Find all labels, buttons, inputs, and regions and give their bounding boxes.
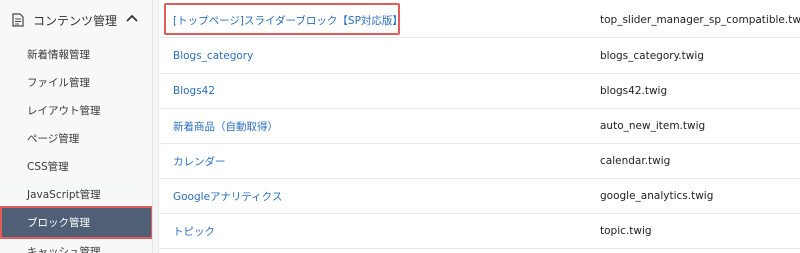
chevron-up-icon[interactable] [126, 14, 138, 22]
block-file-name: top_slider_manager_sp_compatible.twig [600, 14, 800, 26]
document-icon [12, 13, 24, 27]
block-name-link[interactable]: 新着商品（自動取得） [173, 119, 278, 134]
block-file-name: blogs_category.twig [600, 50, 704, 62]
table-row: Blogs42 blogs42.twig [159, 74, 800, 109]
block-name-link[interactable]: Googleアナリティクス [173, 189, 282, 204]
sidebar-item-label: ブロック管理 [27, 217, 90, 229]
table-row: カレンダー calendar.twig [159, 144, 800, 179]
sidebar-item-label: ファイル管理 [27, 76, 90, 89]
sidebar: コンテンツ管理 新着情報管理 ファイル管理 レイアウト管理 ページ管理 CSS管… [0, 0, 153, 253]
sidebar-item-label: レイアウト管理 [27, 104, 101, 117]
table-row: [トップページ]スライダーブロック【SP対応版】 top_slider_mana… [159, 3, 800, 38]
sidebar-item-cache[interactable]: キャッシュ管理 [0, 239, 152, 253]
table-row: Blogs_category blogs_category.twig [159, 39, 800, 74]
sidebar-item-label: 新着情報管理 [27, 48, 90, 61]
sidebar-item-blocks[interactable]: ブロック管理 [0, 206, 152, 239]
content-management-header[interactable]: コンテンツ管理 [0, 0, 152, 40]
block-file-name: topic.twig [600, 225, 652, 237]
block-name-link[interactable]: Blogs42 [173, 85, 215, 97]
sidebar-item-news[interactable]: 新着情報管理 [0, 40, 152, 68]
table-row: トピック topic.twig [159, 214, 800, 249]
sidebar-item-files[interactable]: ファイル管理 [0, 68, 152, 96]
block-name-link[interactable]: Blogs_category [173, 50, 253, 62]
block-file-name: blogs42.twig [600, 85, 668, 97]
sidebar-item-label: ページ管理 [27, 132, 80, 145]
sidebar-item-pages[interactable]: ページ管理 [0, 124, 152, 152]
sidebar-item-label: JavaScript管理 [27, 188, 101, 201]
block-file-name: calendar.twig [600, 155, 671, 167]
sidebar-item-label: CSS管理 [27, 160, 69, 173]
sidebar-item-javascript[interactable]: JavaScript管理 [0, 180, 152, 208]
table-row: Googleアナリティクス google_analytics.twig [159, 179, 800, 214]
sidebar-item-label: キャッシュ管理 [27, 246, 101, 253]
block-file-name: google_analytics.twig [600, 190, 714, 202]
block-file-name: auto_new_item.twig [600, 120, 706, 132]
block-name-link[interactable]: トピック [173, 224, 215, 239]
section-title: コンテンツ管理 [33, 13, 118, 28]
block-name-link[interactable]: カレンダー [173, 154, 226, 169]
sidebar-item-layout[interactable]: レイアウト管理 [0, 96, 152, 124]
table-row: 新着商品（自動取得） auto_new_item.twig [159, 109, 800, 144]
sidebar-item-css[interactable]: CSS管理 [0, 152, 152, 180]
block-list: [トップページ]スライダーブロック【SP対応版】 top_slider_mana… [158, 0, 800, 253]
block-name-link[interactable]: [トップページ]スライダーブロック【SP対応版】 [173, 13, 403, 28]
